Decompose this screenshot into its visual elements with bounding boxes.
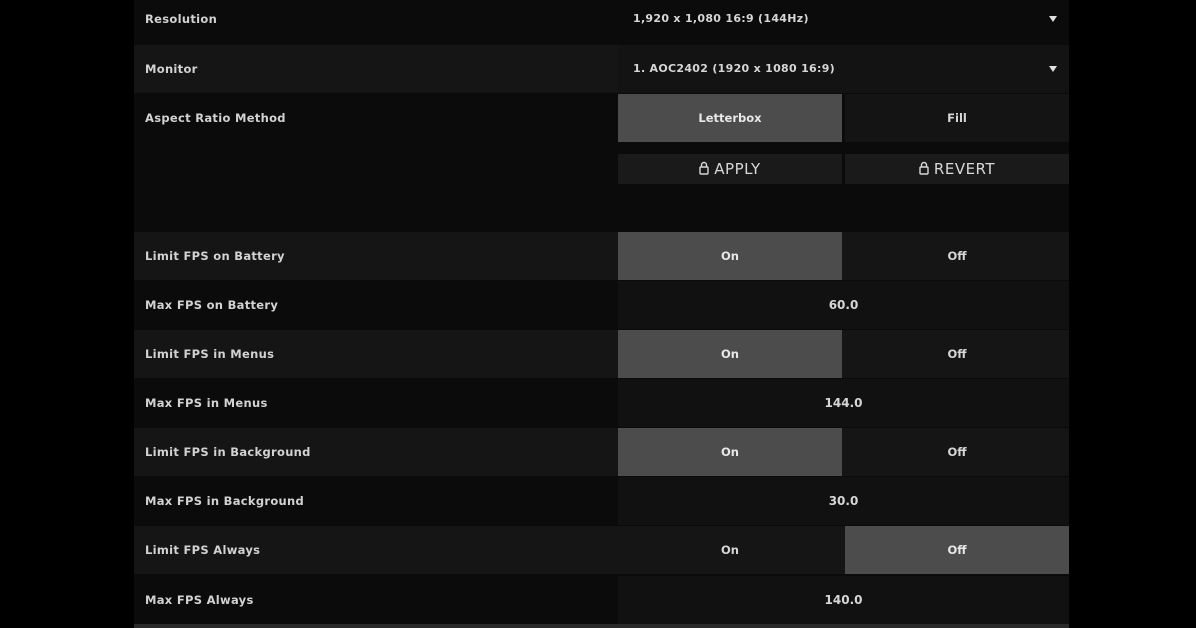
settings-panel: Resolution 1,920 x 1,080 16:9 (144Hz) Mo… bbox=[134, 0, 1069, 628]
setting-label: Limit FPS in Background bbox=[145, 445, 311, 459]
limit-fps-background-toggle: On Off bbox=[618, 428, 1069, 476]
setting-label: Max FPS in Background bbox=[145, 494, 305, 508]
setting-row-limit-fps-always: Limit FPS Always On Off bbox=[134, 526, 1069, 574]
option-off[interactable]: Off bbox=[845, 526, 1069, 574]
limit-fps-battery-toggle: On Off bbox=[618, 232, 1069, 280]
setting-row-max-fps-menus: Max FPS in Menus 144.0 bbox=[134, 379, 1069, 427]
option-on[interactable]: On bbox=[618, 428, 842, 476]
setting-row-max-fps-background: Max FPS in Background 30.0 bbox=[134, 477, 1069, 525]
setting-row-monitor: Monitor 1. AOC2402 (1920 x 1080 16:9) bbox=[134, 45, 1069, 93]
option-on[interactable]: On bbox=[618, 330, 842, 378]
number-value: 30.0 bbox=[618, 477, 1069, 525]
revert-label: REVERT bbox=[933, 160, 996, 178]
setting-row-limit-fps-battery: Limit FPS on Battery On Off bbox=[134, 232, 1069, 280]
option-letterbox[interactable]: Letterbox bbox=[618, 94, 842, 142]
setting-row-limit-fps-menus: Limit FPS in Menus On Off bbox=[134, 330, 1069, 378]
setting-row-aspect-ratio: Aspect Ratio Method Letterbox Fill bbox=[134, 94, 1069, 142]
setting-label: Limit FPS in Menus bbox=[145, 347, 275, 361]
setting-row-max-fps-battery: Max FPS on Battery 60.0 bbox=[134, 281, 1069, 329]
number-value: 144.0 bbox=[618, 379, 1069, 427]
number-value: 140.0 bbox=[618, 576, 1069, 624]
lock-icon bbox=[919, 161, 929, 175]
apply-button[interactable]: APPLY bbox=[618, 154, 842, 184]
revert-button[interactable]: REVERT bbox=[845, 154, 1069, 184]
limit-fps-menus-toggle: On Off bbox=[618, 330, 1069, 378]
dropdown-value: 1. AOC2402 (1920 x 1080 16:9) bbox=[633, 62, 835, 75]
option-on[interactable]: On bbox=[618, 526, 842, 574]
max-fps-menus-field[interactable]: 144.0 bbox=[618, 379, 1069, 427]
setting-row-limit-fps-background: Limit FPS in Background On Off bbox=[134, 428, 1069, 476]
limit-fps-always-toggle: On Off bbox=[618, 526, 1069, 574]
next-row-edge bbox=[134, 624, 1069, 628]
setting-label: Aspect Ratio Method bbox=[145, 111, 286, 125]
setting-label: Monitor bbox=[145, 62, 198, 76]
caret-down-icon bbox=[1049, 66, 1057, 72]
max-fps-battery-field[interactable]: 60.0 bbox=[618, 281, 1069, 329]
option-off[interactable]: Off bbox=[845, 232, 1069, 280]
option-off[interactable]: Off bbox=[845, 428, 1069, 476]
caret-down-icon bbox=[1049, 16, 1057, 22]
max-fps-background-field[interactable]: 30.0 bbox=[618, 477, 1069, 525]
aspect-ratio-toggle: Letterbox Fill bbox=[618, 94, 1069, 142]
option-fill[interactable]: Fill bbox=[845, 94, 1069, 142]
lock-icon bbox=[699, 161, 709, 175]
setting-label: Max FPS Always bbox=[145, 593, 254, 607]
apply-label: APPLY bbox=[714, 160, 761, 178]
setting-label: Max FPS in Menus bbox=[145, 396, 268, 410]
apply-revert-row: APPLY REVERT bbox=[134, 154, 1069, 184]
setting-row-max-fps-always: Max FPS Always 140.0 bbox=[134, 576, 1069, 624]
apply-revert-group: APPLY REVERT bbox=[618, 154, 1069, 184]
dropdown-value: 1,920 x 1,080 16:9 (144Hz) bbox=[633, 12, 809, 25]
resolution-dropdown[interactable]: 1,920 x 1,080 16:9 (144Hz) bbox=[618, 0, 1069, 43]
setting-label: Limit FPS on Battery bbox=[145, 249, 285, 263]
setting-label: Max FPS on Battery bbox=[145, 298, 279, 312]
monitor-dropdown[interactable]: 1. AOC2402 (1920 x 1080 16:9) bbox=[618, 45, 1069, 93]
setting-row-resolution: Resolution 1,920 x 1,080 16:9 (144Hz) bbox=[134, 0, 1069, 43]
setting-label: Resolution bbox=[145, 12, 218, 26]
option-on[interactable]: On bbox=[618, 232, 842, 280]
setting-label: Limit FPS Always bbox=[145, 543, 261, 557]
max-fps-always-field[interactable]: 140.0 bbox=[618, 576, 1069, 624]
option-off[interactable]: Off bbox=[845, 330, 1069, 378]
number-value: 60.0 bbox=[618, 281, 1069, 329]
